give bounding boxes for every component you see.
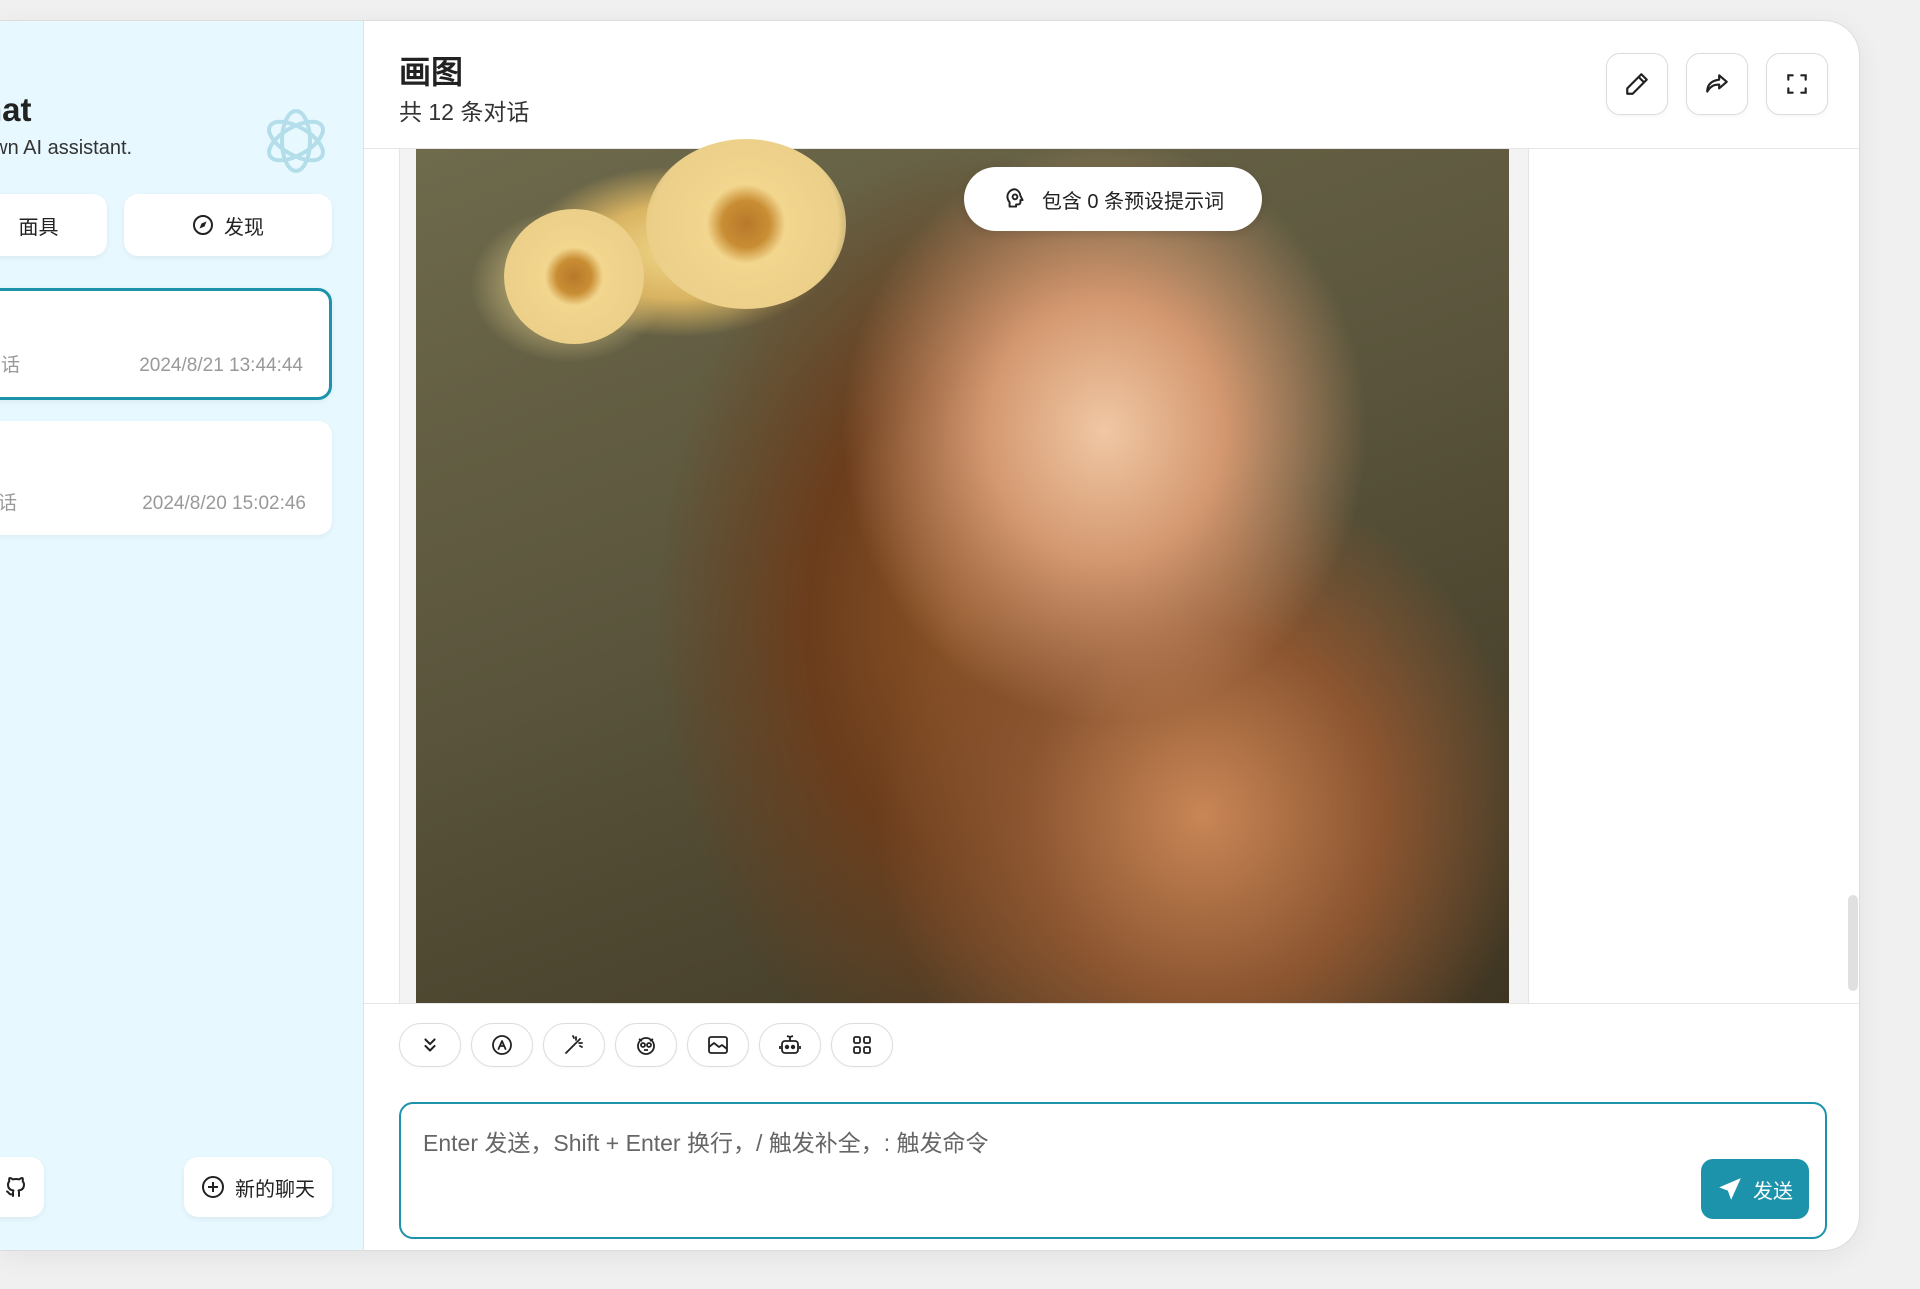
share-button[interactable] [1686,53,1748,115]
github-icon [4,1175,28,1199]
send-icon [1717,1176,1743,1202]
compass-icon [192,214,214,236]
magic-wand-icon [562,1033,586,1057]
image-icon [706,1033,730,1057]
message-scrollbar[interactable] [1848,895,1858,991]
flower-shape [504,209,644,344]
chat-input[interactable] [401,1104,1825,1237]
more-button[interactable] [831,1023,893,1067]
chat-list-item[interactable]: 话 2024/8/21 13:44:44 [0,288,332,400]
preset-prompt-label: 包含 0 条预设提示词 [1041,190,1225,213]
share-icon [1704,71,1730,97]
chat-input-box: 发送 [399,1102,1827,1239]
chat-header: 画图 共 12 条对话 [364,21,1859,149]
chat-list-item[interactable]: 话 2024/8/20 15:02:46 [0,421,332,535]
grid-icon [850,1033,874,1057]
plus-circle-icon [201,1175,225,1199]
rename-button[interactable] [1606,53,1668,115]
generated-image[interactable] [416,139,1509,1003]
chat-subtitle: 共 12 条对话 [399,99,530,125]
chat-item-time: 2024/8/21 13:44:44 [139,355,303,376]
discover-button[interactable]: 发现 [124,194,332,256]
scroll-bottom-button[interactable] [399,1023,461,1067]
chevrons-down-icon [419,1034,441,1056]
mask-button[interactable]: 面具 [0,194,107,256]
mask-button-label: 面具 [18,216,59,239]
preset-prompt-badge[interactable]: 包含 0 条预设提示词 [964,167,1262,231]
fullscreen-button[interactable] [1766,53,1828,115]
model-button[interactable] [471,1023,533,1067]
fullscreen-icon [1784,71,1810,97]
new-chat-label: 新的聊天 [235,1178,315,1201]
robot-icon [778,1033,802,1057]
chat-main: 画图 共 12 条对话 包含 0 条预设提示词 Enter 发送，Shift +… [364,21,1859,1250]
chat-item-time: 2024/8/20 15:02:46 [142,493,306,514]
message-bubble [399,139,1529,1003]
message-list: 包含 0 条预设提示词 [364,139,1859,1003]
github-button[interactable] [0,1157,44,1217]
send-button[interactable]: 发送 [1701,1159,1809,1219]
app-title: hat [0,91,32,128]
send-button-label: 发送 [1753,1180,1793,1203]
text-a-icon [490,1033,514,1057]
prompt-button[interactable] [543,1023,605,1067]
new-chat-button[interactable]: 新的聊天 [184,1157,332,1217]
chat-item-count: 话 [1,355,21,376]
sidebar: hat own AI assistant. 面具 发现 话 2024/8/21 [0,21,364,1250]
chat-item-count: 话 [0,488,17,515]
mask-icon [634,1033,658,1057]
app-window: hat own AI assistant. 面具 发现 话 2024/8/21 [0,20,1860,1251]
brain-icon [1002,186,1028,212]
plugin-button[interactable] [759,1023,821,1067]
input-panel: 发送 [364,1003,1859,1250]
openai-logo-icon [258,103,334,179]
image-upload-button[interactable] [687,1023,749,1067]
pencil-icon [1624,71,1650,97]
discover-button-label: 发现 [224,216,264,239]
mask-tool-button[interactable] [615,1023,677,1067]
chat-title: 画图 [399,54,464,90]
app-subtitle: own AI assistant. [0,137,133,159]
flower-shape [646,139,846,309]
